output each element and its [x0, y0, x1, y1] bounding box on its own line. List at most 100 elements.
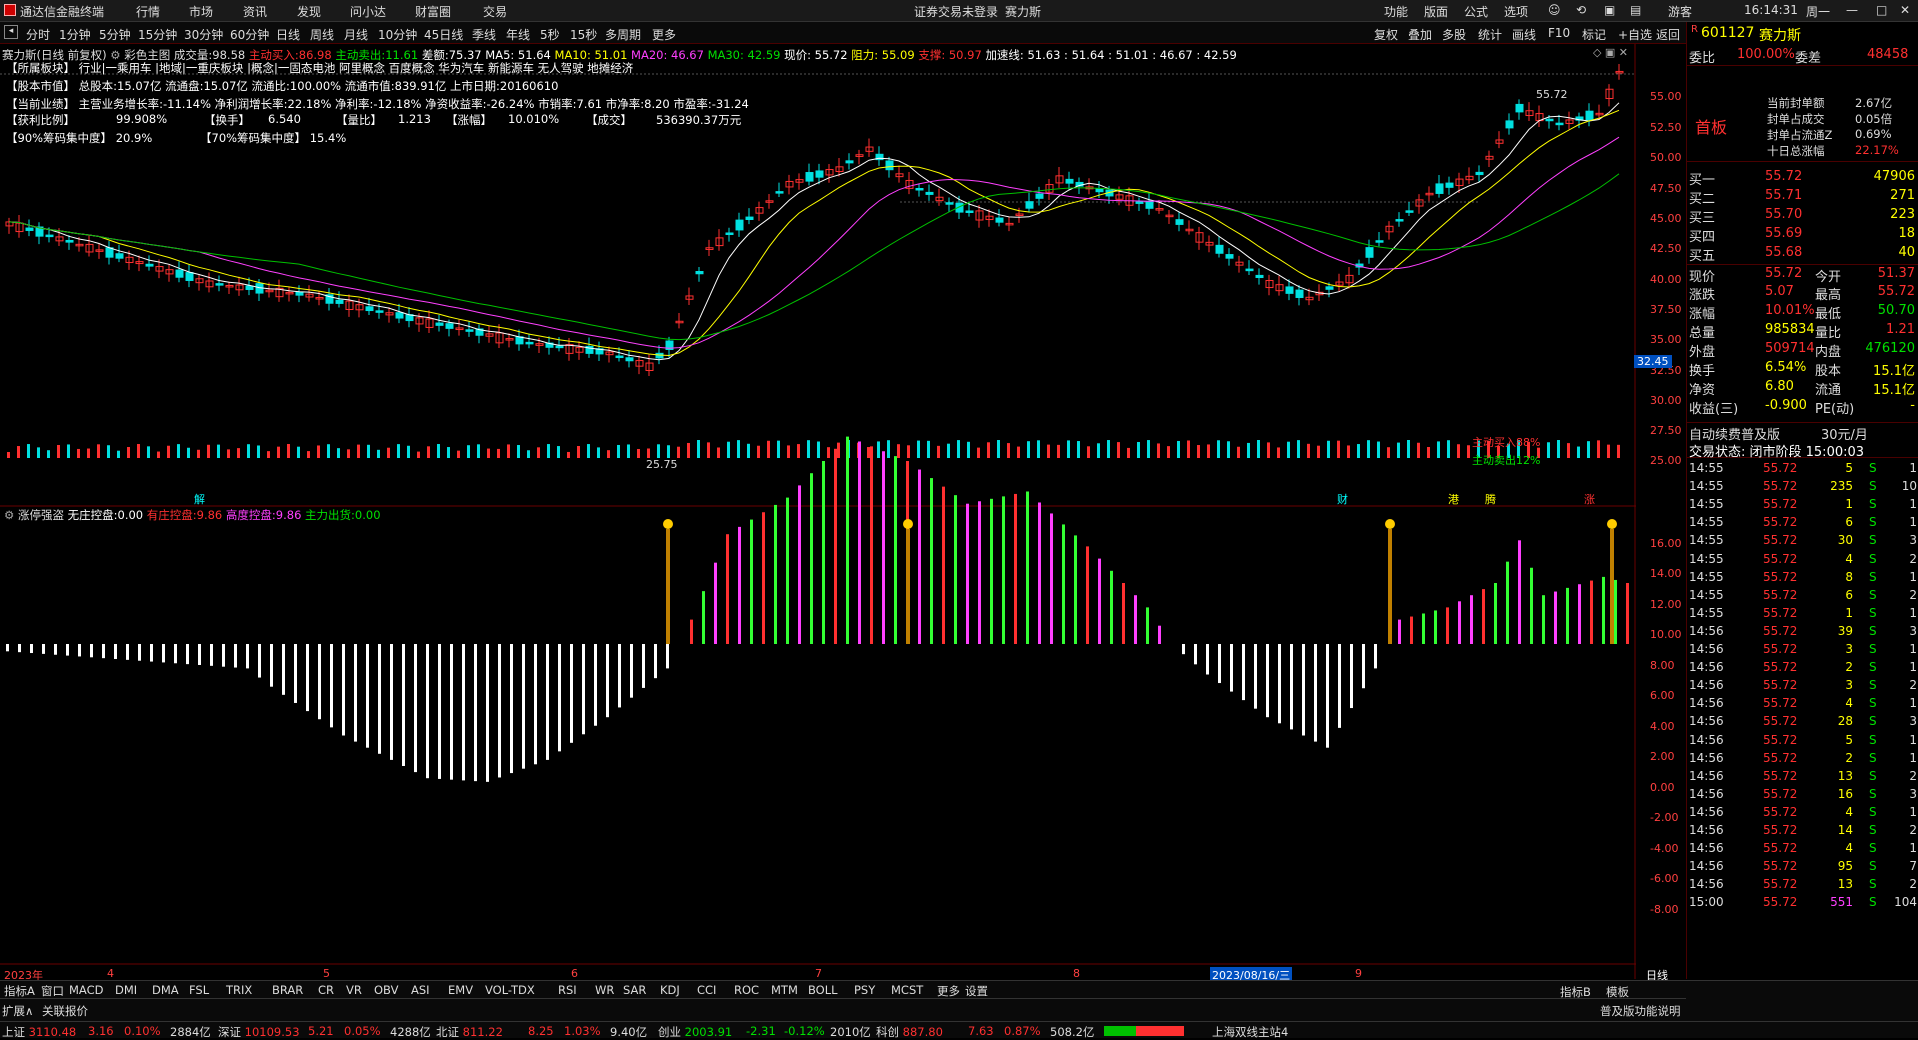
- menu-gongshi[interactable]: 公式: [1464, 3, 1488, 20]
- tab-indicator[interactable]: SAR: [623, 983, 646, 997]
- toolbar-icon[interactable]: ☺: [1548, 3, 1561, 17]
- menu-faxian[interactable]: 发现: [297, 3, 321, 20]
- period-week[interactable]: 周线: [310, 26, 334, 43]
- tab-indicator[interactable]: BRAR: [272, 983, 303, 997]
- user-label[interactable]: 游客: [1668, 3, 1692, 20]
- period-season[interactable]: 季线: [472, 26, 496, 43]
- menu-gongneng[interactable]: 功能: [1384, 3, 1408, 20]
- period-45day[interactable]: 45日线: [424, 26, 463, 43]
- tool-fanhui[interactable]: 返回: [1656, 26, 1680, 43]
- tab-indicator[interactable]: MCST: [891, 983, 923, 997]
- minimize-icon[interactable]: —: [1846, 3, 1858, 17]
- tab-indicator[interactable]: PSY: [854, 983, 875, 997]
- menu-jiaoyi[interactable]: 交易: [483, 3, 507, 20]
- bid-row[interactable]: 买五 55.68 40: [1687, 244, 1918, 264]
- period-1min[interactable]: 1分钟: [59, 26, 91, 43]
- bid-row[interactable]: 买三 55.70 223: [1687, 206, 1918, 226]
- tool-tongji[interactable]: 统计: [1478, 26, 1502, 43]
- tab-indicator[interactable]: DMI: [115, 983, 137, 997]
- lock-icon[interactable]: ▣: [1604, 3, 1615, 17]
- menu-hangqing[interactable]: 行情: [136, 3, 160, 20]
- event-mark-zhang[interactable]: 涨: [1584, 491, 1595, 507]
- tool-fuquan[interactable]: 复权: [1374, 26, 1398, 43]
- price-tick: 30.00: [1650, 394, 1682, 407]
- tool-diejia[interactable]: 叠加: [1408, 26, 1432, 43]
- tab-indicator[interactable]: CCI: [697, 983, 716, 997]
- tool-biaoji[interactable]: 标记: [1582, 26, 1606, 43]
- period-year[interactable]: 年线: [506, 26, 530, 43]
- tick-row: 15:00 55.72 551 S 104: [1689, 895, 1917, 910]
- period-multi[interactable]: 多周期: [605, 26, 641, 43]
- stat-row: 外盘 509714 内盘 476120: [1689, 341, 1915, 360]
- period-60min[interactable]: 60分钟: [230, 26, 269, 43]
- menu-wenxiaoda[interactable]: 问小达: [350, 3, 386, 20]
- period-more[interactable]: 更多: [652, 26, 676, 43]
- candle-body: [1445, 182, 1454, 188]
- volume-bar: [1247, 442, 1250, 458]
- tab-indicator[interactable]: RSI: [558, 983, 577, 997]
- tab-template[interactable]: 模板: [1606, 984, 1629, 1000]
- close-icon[interactable]: ✕: [1900, 3, 1910, 17]
- tab-indicator[interactable]: 更多: [937, 983, 960, 999]
- period-5min[interactable]: 5分钟: [99, 26, 131, 43]
- fee-row[interactable]: 自动续费普及版 30元/月: [1687, 422, 1918, 443]
- tab-indicator[interactable]: OBV: [374, 983, 398, 997]
- event-mark-jie[interactable]: 解: [194, 491, 205, 507]
- sub-settings-icon[interactable]: ⚙: [4, 508, 14, 522]
- sub-histogram-bar: [1038, 502, 1041, 644]
- period-5sec[interactable]: 5秒: [540, 26, 560, 43]
- tool-f10[interactable]: F10: [1548, 26, 1570, 40]
- tab-indicator[interactable]: 设置: [965, 983, 988, 999]
- period-30min[interactable]: 30分钟: [184, 26, 223, 43]
- tool-duogu[interactable]: 多股: [1442, 26, 1466, 43]
- menu-caifuquan[interactable]: 财富圈: [415, 3, 451, 20]
- event-mark-cai[interactable]: 财: [1337, 491, 1348, 507]
- tab-indicator-b[interactable]: 指标B: [1560, 984, 1591, 1000]
- candle-body: [735, 219, 744, 231]
- bid-row[interactable]: 买一 55.72 47906: [1687, 168, 1918, 188]
- menu-zixun[interactable]: 资讯: [243, 3, 267, 20]
- tab-indicator[interactable]: VOL-TDX: [485, 983, 535, 997]
- tab-indicator[interactable]: FSL: [189, 983, 209, 997]
- period-day[interactable]: 日线: [276, 26, 300, 43]
- login-notice[interactable]: 证券交易未登录: [914, 3, 998, 20]
- period-15min[interactable]: 15分钟: [138, 26, 177, 43]
- tool-zixuan[interactable]: +自选: [1618, 26, 1652, 43]
- tab-indicator[interactable]: DMA: [152, 983, 179, 997]
- tab-indicator[interactable]: EMV: [448, 983, 473, 997]
- tab-indicator[interactable]: MTM: [771, 983, 798, 997]
- menu-banmian[interactable]: 版面: [1424, 3, 1448, 20]
- menu-xuanxiang[interactable]: 选项: [1504, 3, 1528, 20]
- period-fenshi[interactable]: 分时: [26, 26, 50, 43]
- bid-row[interactable]: 买二 55.71 271: [1687, 187, 1918, 207]
- period-10min[interactable]: 10分钟: [378, 26, 417, 43]
- maximize-icon[interactable]: □: [1876, 3, 1887, 17]
- event-mark-teng[interactable]: 腾: [1485, 491, 1496, 507]
- signal-column: [1610, 529, 1614, 644]
- tab-indicator[interactable]: MACD: [69, 983, 103, 997]
- tab-indicator[interactable]: ASI: [411, 983, 430, 997]
- event-mark-gang[interactable]: 港: [1448, 491, 1459, 507]
- back-icon[interactable]: ◂: [4, 25, 18, 39]
- volume-bar: [127, 447, 130, 458]
- tab-indicator[interactable]: 指标A: [4, 983, 35, 999]
- tool-huaxian[interactable]: 画线: [1512, 26, 1536, 43]
- expand-icon[interactable]: ▤: [1630, 3, 1641, 17]
- tab-indicator[interactable]: VR: [346, 983, 362, 997]
- tab-related-quote[interactable]: 关联报价: [42, 1003, 88, 1019]
- period-month[interactable]: 月线: [344, 26, 368, 43]
- tab-indicator[interactable]: 窗口: [41, 983, 64, 999]
- tab-indicator[interactable]: CR: [318, 983, 334, 997]
- tab-indicator[interactable]: ROC: [734, 983, 759, 997]
- period-15sec[interactable]: 15秒: [570, 26, 597, 43]
- menu-shichang[interactable]: 市场: [189, 3, 213, 20]
- tab-indicator[interactable]: KDJ: [660, 983, 680, 997]
- refresh-icon[interactable]: ⟲: [1576, 3, 1586, 17]
- promo-link[interactable]: 普及版功能说明: [1600, 1003, 1681, 1019]
- tab-indicator[interactable]: WR: [595, 983, 614, 997]
- tab-indicator[interactable]: BOLL: [808, 983, 838, 997]
- bid-row[interactable]: 买四 55.69 18: [1687, 225, 1918, 245]
- volume-bar: [147, 446, 150, 458]
- tab-expand[interactable]: 扩展∧: [2, 1003, 33, 1019]
- tab-indicator[interactable]: TRIX: [226, 983, 252, 997]
